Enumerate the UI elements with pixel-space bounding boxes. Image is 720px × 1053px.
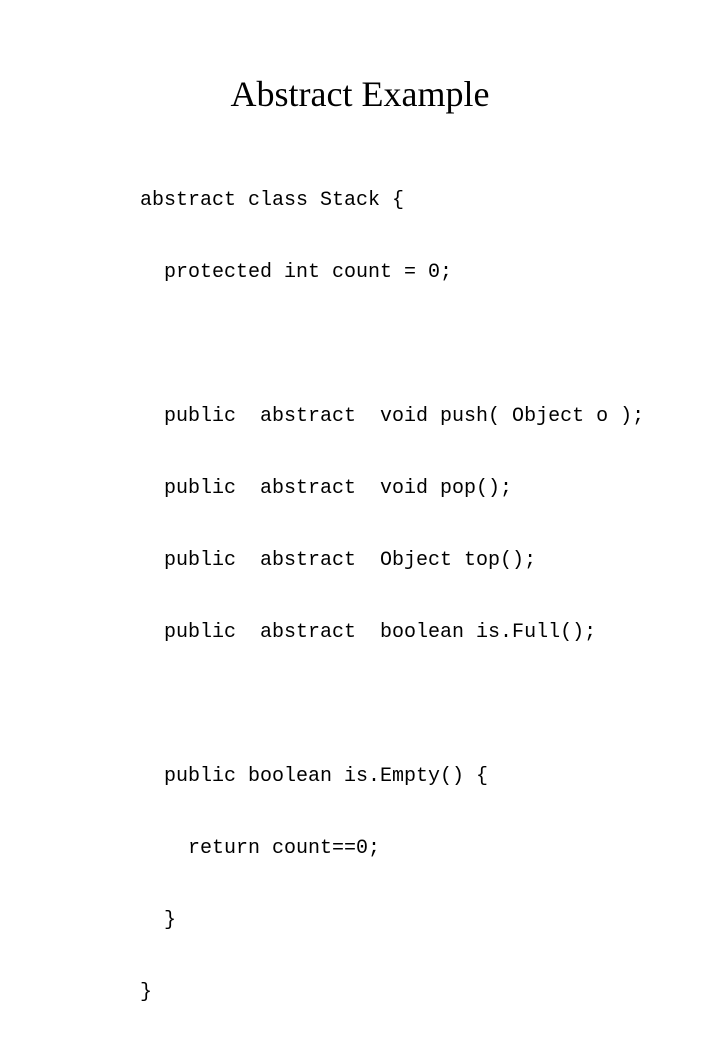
code-line-isempty-method: public boolean is.Empty() {: [140, 765, 489, 788]
code-line-class-declaration: abstract class Stack {: [140, 189, 405, 212]
code-line-class-close-brace: }: [140, 981, 153, 1004]
code-line-pop-method: public abstract void pop();: [140, 477, 513, 500]
code-line-top-method: public abstract Object top();: [140, 549, 537, 572]
code-line-count-field: protected int count = 0;: [140, 261, 453, 284]
code-block: abstract class Stack { protected int cou…: [140, 141, 644, 1053]
code-line-return-statement: return count==0;: [140, 837, 381, 860]
slide-title: Abstract Example: [230, 74, 490, 114]
code-line-push-method: public abstract void push( Object o );: [140, 405, 645, 428]
code-line-isfull-method: public abstract boolean is.Full();: [140, 621, 597, 644]
code-line-method-close-brace: }: [140, 909, 177, 932]
